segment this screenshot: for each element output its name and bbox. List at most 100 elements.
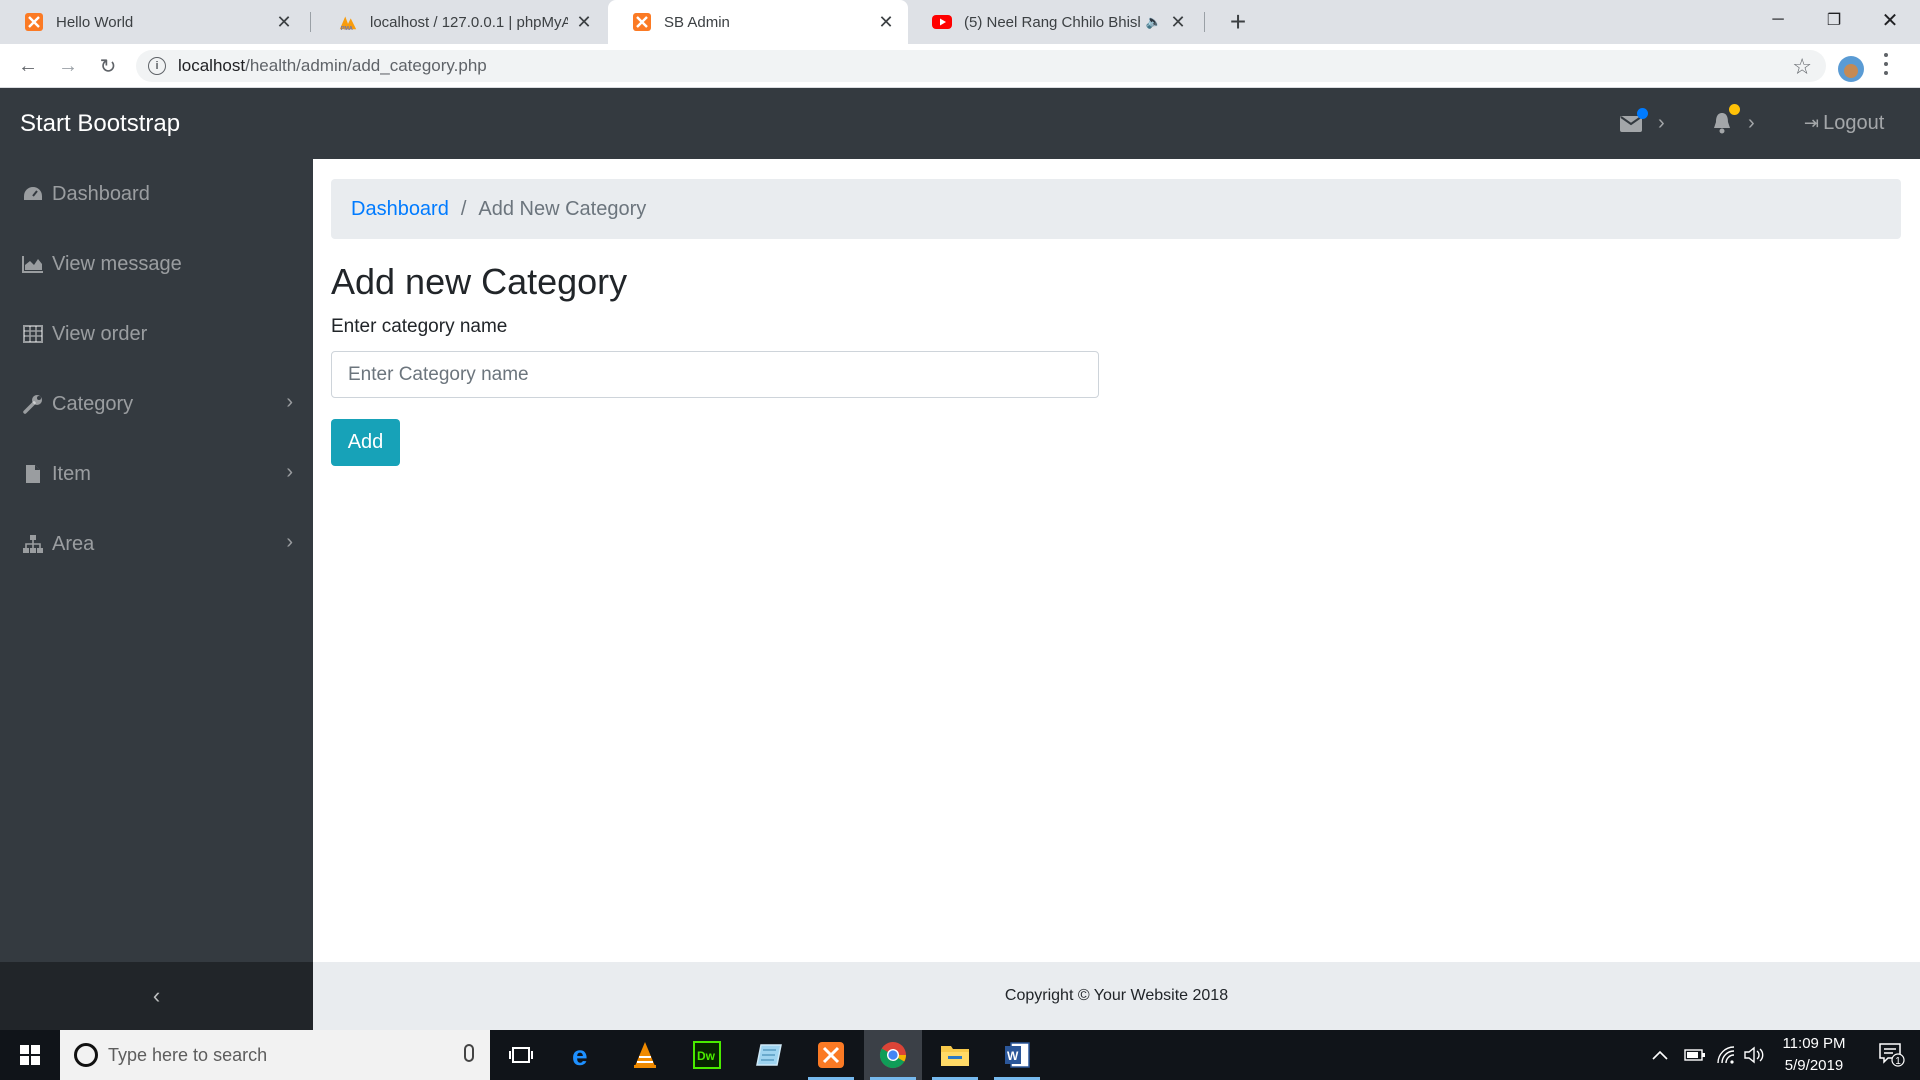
sitemap-icon (22, 533, 44, 555)
microphone-icon[interactable] (464, 1044, 474, 1062)
tab-title: (5) Neel Rang Chhilo Bhishan (964, 13, 1140, 31)
close-icon[interactable]: ✕ (876, 12, 896, 32)
chrome-icon[interactable] (864, 1030, 922, 1080)
breadcrumb: Dashboard / Add New Category (331, 179, 1901, 239)
volume-icon[interactable] (1744, 1030, 1766, 1080)
chevron-up-icon[interactable] (1652, 1030, 1668, 1080)
copyright-text: Copyright © Your Website 2018 (1004, 987, 1229, 1004)
task-view-icon[interactable] (492, 1030, 550, 1080)
xampp-icon (632, 12, 652, 32)
youtube-icon (932, 12, 952, 32)
reload-icon[interactable]: ↻ (92, 50, 124, 82)
footer: Copyright © Your Website 2018 (313, 962, 1920, 1030)
info-icon[interactable]: i (148, 57, 166, 75)
sidebar-item-label: Category (52, 392, 134, 415)
sidebar-toggle-button[interactable]: ‹ (0, 962, 313, 1030)
notepad-icon[interactable] (740, 1030, 798, 1080)
browser-toolbar: ← → ↻ i localhost/health/admin/add_categ… (0, 44, 1920, 88)
new-tab-button[interactable]: + (1222, 6, 1254, 38)
logout-link[interactable]: ⇥ Logout (1804, 108, 1884, 138)
main-content: Dashboard / Add New Category Add new Cat… (313, 159, 1920, 962)
forward-arrow-icon[interactable]: → (52, 50, 84, 82)
top-navbar: Start Bootstrap › › ⇥ Logout (0, 88, 1920, 159)
category-name-label: Enter category name (331, 316, 508, 337)
taskbar-search-box[interactable]: Type here to search (60, 1030, 490, 1080)
speaker-icon[interactable]: 🔈 (1146, 14, 1162, 30)
sidebar-item-dashboard[interactable]: Dashboard (0, 159, 313, 229)
restore-icon[interactable]: ❐ (1806, 0, 1862, 40)
tab-title: localhost / 127.0.0.1 | phpMyAdmin (370, 13, 568, 31)
breadcrumb-separator: / (460, 197, 467, 220)
browser-tab[interactable]: (5) Neel Rang Chhilo Bhishan 🔈 ✕ (908, 0, 1200, 44)
url-path: /health/admin/add_category.php (245, 56, 487, 75)
browser-tab[interactable]: Hello World ✕ (0, 0, 306, 44)
notification-center-icon[interactable]: 1 (1864, 1030, 1920, 1080)
edge-icon[interactable]: e (554, 1030, 612, 1080)
table-icon (22, 323, 44, 345)
browser-tab-active[interactable]: SB Admin ✕ (608, 0, 908, 44)
area-chart-icon (22, 253, 44, 275)
browser-menu-icon[interactable] (1882, 50, 1890, 78)
url-host: localhost (178, 56, 246, 75)
chevron-left-icon: ‹ (152, 983, 161, 1008)
profile-avatar[interactable] (1838, 56, 1864, 82)
sidebar-item-area[interactable]: Area › (0, 509, 313, 579)
file-explorer-icon[interactable] (926, 1030, 984, 1080)
phpmyadmin-icon: PMA (338, 12, 358, 32)
envelope-icon (1620, 108, 1648, 132)
bell-icon (1712, 104, 1740, 134)
tab-divider (310, 12, 311, 32)
url-text: localhost/health/admin/add_category.php (178, 56, 487, 76)
browser-tab[interactable]: PMA localhost / 127.0.0.1 | phpMyAdmin ✕ (314, 0, 606, 44)
breadcrumb-link-dashboard[interactable]: Dashboard (351, 198, 449, 221)
wifi-icon[interactable] (1716, 1030, 1736, 1080)
browser-tab-strip: Hello World ✕ PMA localhost / 127.0.0.1 … (0, 0, 1920, 44)
sidebar-item-label: View order (52, 322, 148, 345)
sidebar-item-label: View message (52, 252, 182, 275)
close-icon[interactable]: ✕ (274, 12, 294, 32)
taskbar-search-placeholder: Type here to search (108, 1044, 268, 1065)
system-clock[interactable]: 11:09 PM 5/9/2019 (1770, 1033, 1858, 1077)
brand-link[interactable]: Start Bootstrap (20, 110, 180, 138)
dreamweaver-icon[interactable]: Dw (678, 1030, 736, 1080)
logout-label: Logout (1823, 111, 1885, 134)
sidebar-item-category[interactable]: Category › (0, 369, 313, 439)
sidebar-item-item[interactable]: Item › (0, 439, 313, 509)
tachometer-icon (22, 183, 44, 205)
back-arrow-icon[interactable]: ← (12, 50, 44, 82)
sidebar-item-view-message[interactable]: View message (0, 229, 313, 299)
chevron-right-icon: › (286, 531, 293, 553)
chevron-right-icon: › (1658, 111, 1665, 134)
tab-divider (1204, 12, 1205, 32)
close-icon[interactable]: ✕ (1168, 12, 1188, 32)
tab-title: Hello World (56, 13, 134, 31)
message-indicator-dot (1637, 108, 1648, 119)
windows-start-icon[interactable] (0, 1030, 60, 1080)
page-title: Add new Category (331, 261, 628, 302)
battery-icon[interactable] (1684, 1030, 1706, 1080)
svg-text:e: e (572, 1042, 588, 1068)
sign-out-icon: ⇥ (1804, 112, 1820, 133)
category-name-input[interactable] (331, 351, 1099, 398)
add-button[interactable]: Add (331, 419, 400, 466)
address-bar[interactable]: i localhost/health/admin/add_category.ph… (136, 50, 1826, 82)
xampp-icon (24, 12, 44, 32)
sidebar-item-view-order[interactable]: View order (0, 299, 313, 369)
clock-time: 11:09 PM (1782, 1035, 1846, 1052)
minimize-icon[interactable]: ─ (1750, 0, 1806, 40)
close-icon[interactable]: ✕ (574, 12, 594, 32)
notification-count: 1 (1895, 1056, 1901, 1067)
star-icon[interactable]: ☆ (1792, 54, 1812, 80)
windows-taskbar: Type here to search e Dw W 11:09 PM 5/9/ (0, 1030, 1920, 1080)
xampp-taskbar-icon[interactable] (802, 1030, 860, 1080)
wrench-icon (22, 393, 44, 415)
window-close-icon[interactable]: ✕ (1862, 0, 1918, 40)
messages-dropdown[interactable]: › (1620, 108, 1665, 138)
vlc-icon[interactable] (616, 1030, 674, 1080)
sidebar: Dashboard View message View order Catego… (0, 159, 313, 962)
alerts-dropdown[interactable]: › (1712, 104, 1755, 138)
word-icon[interactable]: W (988, 1030, 1046, 1080)
alert-indicator-dot (1729, 104, 1740, 115)
clock-date: 5/9/2019 (1784, 1057, 1844, 1074)
tab-title: SB Admin (664, 13, 730, 31)
